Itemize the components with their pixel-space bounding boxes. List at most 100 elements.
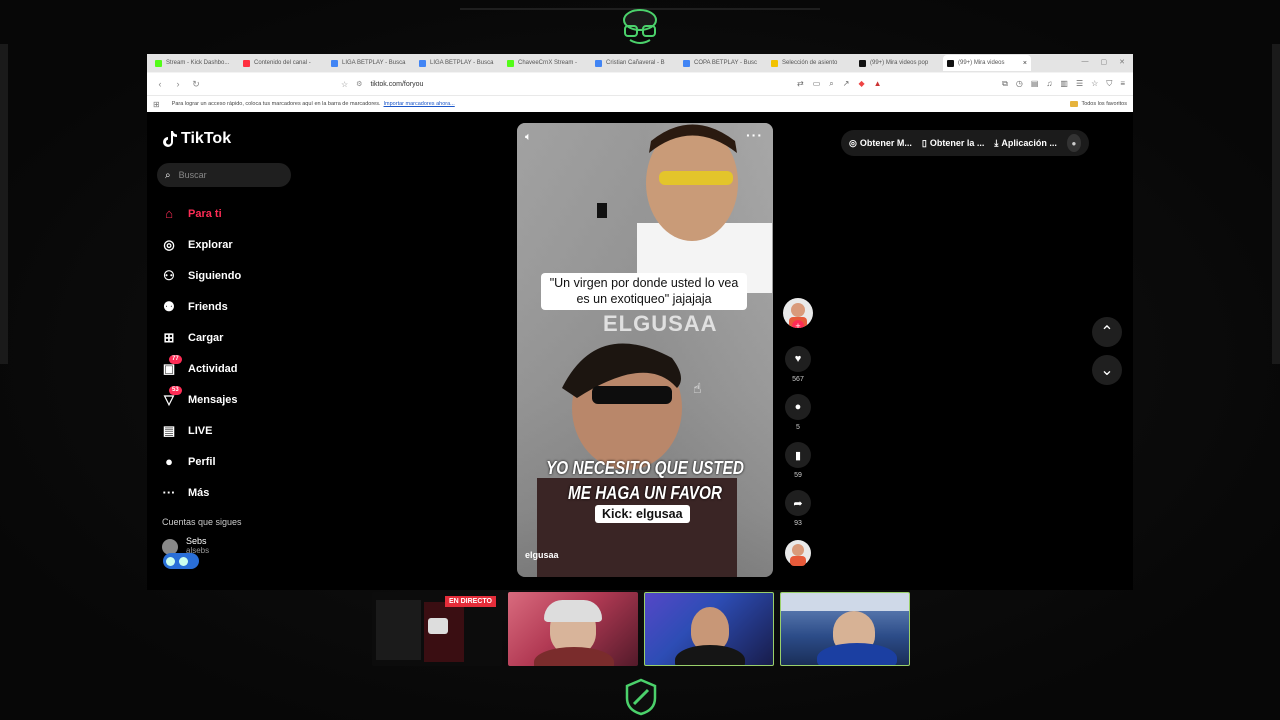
tab-favicon-icon <box>771 59 778 67</box>
tiktok-page: TikTok ⌕ Buscar ⌂ Para ti ◎ Explorar ⚇ Siguie… <box>147 112 1133 590</box>
tab-label: Contenido del canal - <box>254 60 311 66</box>
extensions-icon[interactable]: ⧉ <box>1002 79 1008 89</box>
close-window-icon[interactable]: ✕ <box>1119 58 1125 66</box>
tab-label: Cristian Cañaveral - B <box>606 60 665 66</box>
sidebar-item-m-s[interactable]: ··· Más <box>161 477 301 508</box>
tab-label: LIGA BETPLAY - Busca <box>430 60 494 66</box>
volume-icon[interactable]: 🔈︎ <box>525 131 532 144</box>
apps-grid-icon[interactable]: ⊞ <box>153 100 160 109</box>
download-icon: ⤓ <box>994 137 999 148</box>
menu-icon[interactable]: ≡ <box>1120 79 1125 89</box>
zoom-icon[interactable]: ⌕ <box>829 79 833 89</box>
translate-icon[interactable]: ⇄ <box>797 79 804 89</box>
site-info-icon[interactable]: ⚙ <box>356 80 362 88</box>
like-count: 567 <box>792 376 804 383</box>
profile-icon: ● <box>165 454 173 469</box>
sidebar-item-live[interactable]: ▤ LIVE <box>161 415 301 446</box>
tab-label: (99+) Mira videos <box>958 60 1005 66</box>
previous-video-button[interactable]: ⌃ <box>1092 317 1122 347</box>
address-bar[interactable]: ☆ ⚙ tiktok.com/foryou <box>341 80 423 89</box>
collections-icon[interactable]: ☰ <box>1076 79 1083 89</box>
sidebar-item-label: Siguiendo <box>188 269 242 282</box>
music-disc-icon[interactable] <box>785 540 811 566</box>
webcam-1: EN DIRECTO <box>372 592 502 666</box>
browser-tab[interactable]: Stream - Kick Dashbo... <box>151 55 239 71</box>
get-coins-button[interactable]: ◎ Obtener M... <box>849 138 912 149</box>
tab-favicon-icon <box>947 59 954 67</box>
comment-button[interactable]: ● <box>785 394 811 420</box>
more-icon: ··· <box>162 485 176 500</box>
tab-strip: Stream - Kick Dashbo... Contenido del can… <box>147 54 1133 72</box>
close-tab-icon[interactable]: × <box>1023 60 1027 67</box>
shield-icon[interactable]: ⛉ <box>1106 79 1112 89</box>
browser-tab[interactable]: Contenido del canal - <box>239 55 327 71</box>
video-actions: + ♥ 567 ● 5 ▮ 59 ➦ 93 <box>781 298 815 566</box>
browser-tab[interactable]: ChaveeCrnX Stream - <box>503 55 591 71</box>
sidebar-item-friends[interactable]: ⚉ Friends <box>161 291 301 322</box>
all-favorites[interactable]: Todos los favoritos <box>1070 101 1127 107</box>
coin-icon: ◎ <box>849 137 857 148</box>
browser-tab[interactable]: LIGA BETPLAY - Busca <box>415 55 503 71</box>
back-icon[interactable]: ‹ <box>155 79 165 89</box>
sidebar-item-perfil[interactable]: ● Perfil <box>161 446 301 477</box>
phone-icon: ▯ <box>921 137 927 148</box>
follow-plus-icon[interactable]: + <box>792 320 804 328</box>
like-button[interactable]: ♥ <box>785 346 811 372</box>
following-user-name: Sebs <box>186 536 207 546</box>
webcam-3 <box>644 592 774 666</box>
media-icon[interactable]: ♫ <box>1046 79 1052 89</box>
tab-label: LIGA BETPLAY - Busca <box>342 60 406 66</box>
bookmarks-bar: ⊞ Para lograr un acceso rápido, coloca t… <box>147 95 1133 112</box>
browser-tab[interactable]: (99+) Mira videos × <box>943 55 1031 71</box>
video-caption-kick: Kick: elgusaa <box>595 505 690 523</box>
history-icon[interactable]: ◷ <box>1016 79 1023 89</box>
video-player[interactable]: 🔈︎ ··· "Un virgen por donde usted lo vea… <box>517 123 773 577</box>
creator-avatar[interactable]: + <box>783 298 813 328</box>
sidebar-icon[interactable]: ▥ <box>1060 79 1068 89</box>
sidebar-item-siguiendo[interactable]: ⚇ Siguiendo <box>161 260 301 291</box>
bookmark-icon: ▮ <box>794 449 802 462</box>
tiktok-logo[interactable]: TikTok <box>163 130 231 148</box>
sidebar-item-cargar[interactable]: ⊞ Cargar <box>161 322 301 353</box>
sidebar-item-explorar[interactable]: ◎ Explorar <box>161 229 301 260</box>
video-caption-bottom: YO NECESITO QUE USTED ME HAGA UN FAVOR <box>546 458 744 504</box>
next-video-button[interactable]: ⌄ <box>1092 355 1122 385</box>
cast-icon[interactable]: ▭ <box>813 79 821 89</box>
import-bookmarks-link[interactable]: Importar marcadores ahora... <box>384 101 455 107</box>
extension-icon[interactable]: ◆ <box>858 79 864 89</box>
search-input[interactable]: ⌕ Buscar <box>157 163 291 187</box>
restore-icon[interactable]: ▢ <box>1101 58 1108 66</box>
tab-favicon-icon <box>331 59 338 67</box>
minimize-icon[interactable]: — <box>1082 58 1089 66</box>
home-icon: ⌂ <box>165 206 173 221</box>
forward-icon[interactable]: › <box>173 79 183 89</box>
browser-tab[interactable]: Selección de asiento <box>767 55 855 71</box>
share-icon[interactable]: ↗ <box>843 79 850 89</box>
live-icon: ▤ <box>162 422 176 438</box>
browser-tab[interactable]: Cristian Cañaveral - B <box>591 55 679 71</box>
bookmark-star-icon[interactable]: ☆ <box>341 80 348 89</box>
favorites-icon[interactable]: ☆ <box>1091 79 1098 89</box>
desktop-app-button[interactable]: ⤓ Aplicación ... <box>994 138 1057 149</box>
share-button[interactable]: ➦ <box>785 490 811 516</box>
browser-tab[interactable]: (99+) Mira videos pop <box>855 55 943 71</box>
notification-badge: 53 <box>169 385 182 395</box>
tab-label: (99+) Mira videos pop <box>870 60 929 66</box>
get-app-button[interactable]: ▯ Obtener la ... <box>922 138 984 149</box>
comment-count: 5 <box>796 424 800 431</box>
sidebar-item-actividad[interactable]: ▣ 77 Actividad <box>161 353 301 384</box>
sidebar-item-mensajes[interactable]: ▽ 53 Mensajes <box>161 384 301 415</box>
video-author[interactable]: elgusaa <box>525 550 559 560</box>
browser-tab[interactable]: COPA BETPLAY - Busc <box>679 55 767 71</box>
extension-floating-widget[interactable] <box>163 553 199 569</box>
more-options-icon[interactable]: ··· <box>746 127 763 143</box>
compass-icon: ◎ <box>163 236 175 252</box>
reload-icon[interactable]: ↻ <box>191 79 201 90</box>
tab-label: Stream - Kick Dashbo... <box>166 60 230 66</box>
sidebar-item-para-ti[interactable]: ⌂ Para ti <box>161 198 301 229</box>
profile-avatar-icon[interactable]: ● <box>1066 134 1081 152</box>
warning-icon[interactable]: ▲ <box>874 79 882 89</box>
tab-search-icon[interactable]: ▤ <box>1031 79 1039 89</box>
save-button[interactable]: ▮ <box>785 442 811 468</box>
browser-tab[interactable]: LIGA BETPLAY - Busca <box>327 55 415 71</box>
